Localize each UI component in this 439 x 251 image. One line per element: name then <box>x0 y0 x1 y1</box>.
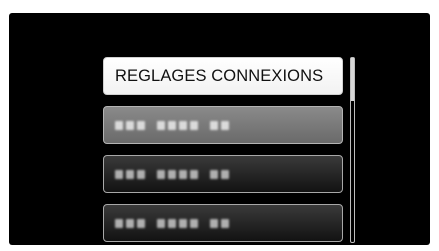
obscured-label <box>115 218 229 228</box>
menu-item-label: REGLAGES CONNEXIONS <box>115 66 324 85</box>
menu-item-4[interactable] <box>103 204 343 242</box>
obscured-label <box>115 120 229 130</box>
camera-menu-screen: REGLAGES CONNEXIONS <box>9 13 430 245</box>
menu-item-reglages-connexions[interactable]: REGLAGES CONNEXIONS <box>103 57 343 95</box>
obscured-label <box>115 169 229 179</box>
menu-item-3[interactable] <box>103 155 343 193</box>
scrollbar-thumb[interactable] <box>351 58 354 101</box>
menu-scrollbar[interactable] <box>350 57 355 243</box>
menu-item-2[interactable] <box>103 106 343 144</box>
